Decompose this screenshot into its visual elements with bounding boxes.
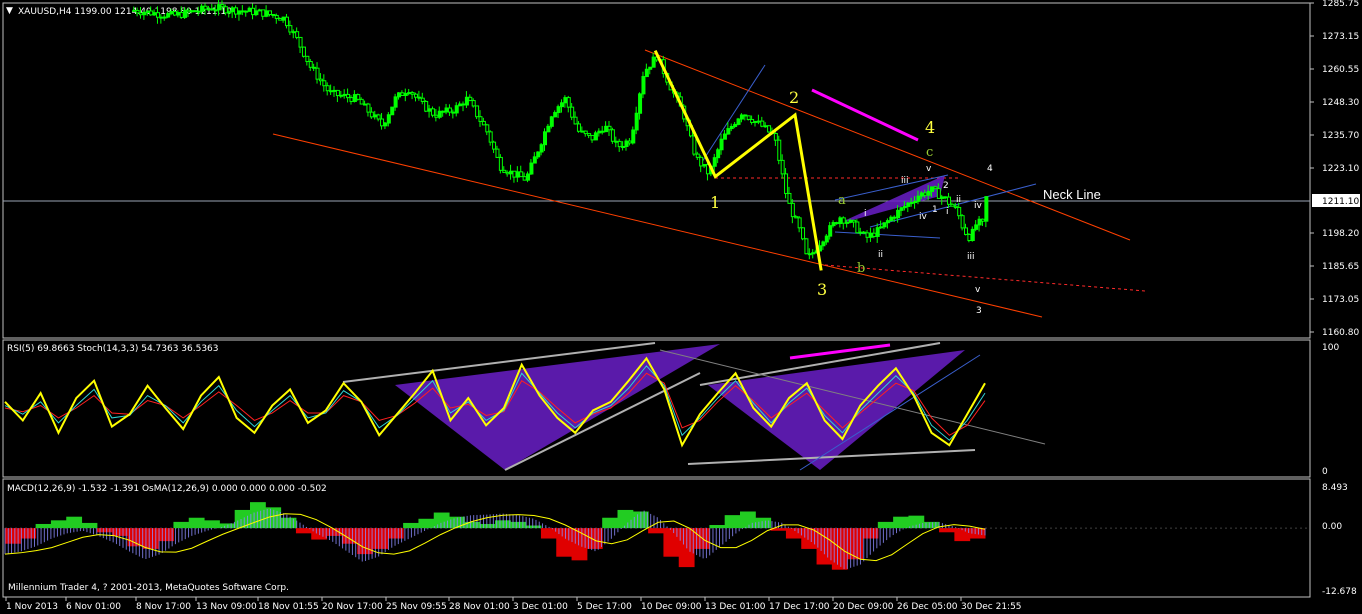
svg-text:5 Dec 17:00: 5 Dec 17:00 [577,602,632,612]
svg-text:26 Dec 05:00: 26 Dec 05:00 [897,602,958,612]
osma-bar [280,517,297,529]
red-wave-label-ii: ii [956,195,961,205]
osma-bar [204,520,220,529]
svg-text:1248.30: 1248.30 [1322,98,1359,108]
subwave-label-iii: iii [901,176,909,186]
red-wave-label-v: v [975,285,981,295]
svg-text:30 Dec 21:55: 30 Dec 21:55 [961,602,1022,612]
osma-bar [173,521,190,529]
svg-text:1 Nov 2013: 1 Nov 2013 [6,602,58,612]
subwave-label-iv: iv [919,212,928,222]
osma-bar [602,517,618,529]
wave-label-3: 3 [817,280,827,299]
svg-text:1160.80: 1160.80 [1322,328,1359,338]
svg-text:10 Dec 09:00: 10 Dec 09:00 [641,602,702,612]
osma-bar [540,528,557,539]
candle [610,127,615,144]
candle [777,135,782,165]
svg-text:20 Dec 09:00: 20 Dec 09:00 [833,602,894,612]
osma-bar [188,517,205,529]
candle [801,227,806,241]
candle [498,154,503,174]
blue-wave-label-4: 4 [987,164,993,174]
svg-text:1185.65: 1185.65 [1322,262,1359,272]
svg-text:8 Nov 17:00: 8 Nov 17:00 [136,602,191,612]
svg-text:20 Nov 17:00: 20 Nov 17:00 [322,602,383,612]
osma-bar [939,528,955,533]
rsi-scale-100: 100 [1322,343,1339,353]
red-wave-label-iv: iv [974,201,983,211]
svg-text:1273.15: 1273.15 [1322,32,1359,42]
candle [475,105,480,120]
svg-text:1173.05: 1173.05 [1322,295,1359,305]
chart-dropdown-icon[interactable]: ▼ [6,6,13,16]
svg-text:13 Nov 09:00: 13 Nov 09:00 [196,602,257,612]
copyright-text: Millennium Trader 4, ? 2001-2013, MetaQu… [8,583,289,593]
osma-bar [785,528,802,539]
blue-wave-label-3: 3 [976,306,982,316]
macd-header: MACD(12,26,9) -1.532 -1.391 OsMA(12,26,9… [7,484,327,494]
candle [804,237,809,255]
osma-bar [893,516,909,529]
wave-label-1: 1 [710,193,720,212]
macd-scale-bottom: -12.678 [1322,587,1357,597]
candle [960,214,965,231]
svg-text:6 Nov 01:00: 6 Nov 01:00 [66,602,121,612]
osma-bar [740,511,756,529]
wave-label-b: b [857,261,865,276]
svg-text:18 Nov 01:55: 18 Nov 01:55 [258,602,319,612]
candle [549,115,554,129]
wave-label-a: a [838,193,846,208]
osma-bar [35,523,52,529]
svg-text:1260.55: 1260.55 [1322,65,1359,75]
osma-bar [50,520,67,529]
svg-text:17 Dec 17:00: 17 Dec 17:00 [769,602,830,612]
blue-wave-label-1: 1 [932,205,938,215]
subwave-label-ii: ii [878,250,883,260]
candle [767,125,772,133]
osma-bar [877,521,894,529]
osma-bar [66,516,83,529]
candle [301,46,306,58]
macd-scale-mid: 0.00 [1322,522,1342,532]
rsi-scale-0: 0 [1322,467,1328,477]
candle [424,100,429,113]
wave-label-2: 2 [789,88,799,107]
osma-bar [648,528,664,534]
candle [736,117,741,126]
rsi-header: RSI(5) 69.8663 Stoch(14,3,3) 54.7363 36.… [7,344,219,354]
osma-bar [418,518,435,529]
svg-text:1285.75: 1285.75 [1322,0,1359,9]
osma-bar [234,509,251,529]
svg-text:25 Nov 09:55: 25 Nov 09:55 [386,602,447,612]
chart-canvas: 1285.75 1273.15 1260.55 1248.30 1235.70 … [0,0,1362,614]
osma-bar [724,515,741,529]
osma-bar [403,522,419,529]
subwave-label-v: v [926,164,932,174]
svg-text:3 Dec 01:00: 3 Dec 01:00 [513,602,568,612]
neck-line-label: Neck Line [1043,187,1101,202]
macd-scale-top: 8.493 [1322,483,1348,493]
red-wave-label-i: i [946,207,949,217]
candle [356,93,361,101]
svg-text:28 Nov 01:00: 28 Nov 01:00 [449,602,510,612]
svg-text:1235.70: 1235.70 [1322,131,1359,141]
svg-text:1198.20: 1198.20 [1322,229,1359,239]
osma-bar [709,525,726,529]
blue-wave-label-2: 2 [943,181,949,191]
svg-text:13 Dec 01:00: 13 Dec 01:00 [705,602,766,612]
candle [967,233,972,243]
osma-bar [81,522,98,529]
wave-label-4: 4 [925,118,935,137]
subwave-label-i: i [864,209,867,219]
candle [390,106,395,116]
svg-text:1223.10: 1223.10 [1322,164,1359,174]
wave-label-c: c [926,145,933,160]
red-wave-label-iii: iii [967,252,975,262]
candle [746,115,751,121]
current-price-value: 1211.10 [1322,197,1359,207]
candle [193,10,198,13]
